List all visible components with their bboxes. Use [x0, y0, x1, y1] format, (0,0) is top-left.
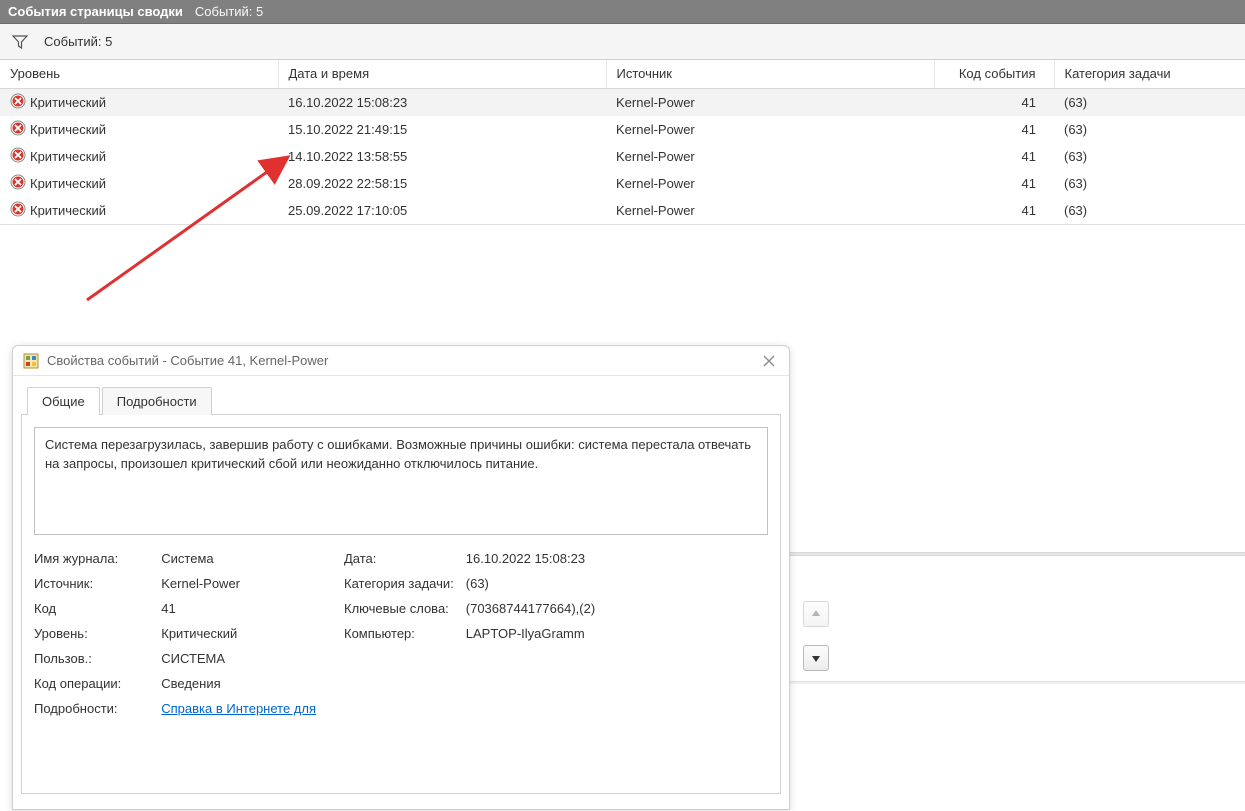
cell-source: Kernel-Power: [606, 143, 934, 170]
cell-datetime: 16.10.2022 15:08:23: [278, 88, 606, 116]
error-icon: [10, 201, 30, 220]
value-opcode: Сведения: [161, 676, 344, 691]
label-keywords: Ключевые слова:: [344, 601, 454, 616]
cell-task-category: (63): [1054, 88, 1245, 116]
toolbar-count: Событий: 5: [44, 34, 112, 49]
value-log-name: Система: [161, 551, 344, 566]
label-source: Источник:: [34, 576, 149, 591]
table-row[interactable]: Критический 15.10.2022 21:49:15Kernel-Pow…: [0, 116, 1245, 143]
col-datetime[interactable]: Дата и время: [278, 60, 606, 88]
cell-source: Kernel-Power: [606, 116, 934, 143]
tab-panel-general: Система перезагрузилась, завершив работу…: [21, 414, 781, 794]
dialog-app-icon: [23, 353, 39, 369]
table-header-row: Уровень Дата и время Источник Код событи…: [0, 60, 1245, 88]
cell-event-id: 41: [934, 88, 1054, 116]
col-level[interactable]: Уровень: [0, 60, 278, 88]
value-level: Критический: [161, 626, 344, 641]
cell-source: Kernel-Power: [606, 170, 934, 197]
separator: [788, 552, 1245, 556]
table-row[interactable]: Критический 25.09.2022 17:10:05Kernel-Pow…: [0, 197, 1245, 224]
filter-icon[interactable]: [12, 34, 28, 50]
label-task-category: Категория задачи:: [344, 576, 454, 591]
separator: [788, 681, 1245, 684]
cell-datetime: 28.09.2022 22:58:15: [278, 170, 606, 197]
value-event-id: 41: [161, 601, 344, 616]
dialog-title-bar[interactable]: Свойства событий - Событие 41, Kernel-Po…: [13, 346, 789, 376]
col-source[interactable]: Источник: [606, 60, 934, 88]
window-title-bar: События страницы сводки Событий: 5: [0, 0, 1245, 24]
value-source: Kernel-Power: [161, 576, 344, 591]
cell-source: Kernel-Power: [606, 197, 934, 224]
window-title: События страницы сводки: [8, 4, 183, 19]
tab-details[interactable]: Подробности: [102, 387, 212, 415]
cell-event-id: 41: [934, 170, 1054, 197]
label-level: Уровень:: [34, 626, 149, 641]
events-table: Уровень Дата и время Источник Код событи…: [0, 60, 1245, 225]
value-date: 16.10.2022 15:08:23: [466, 551, 595, 566]
dialog-tabs: Общие Подробности: [27, 386, 781, 414]
label-computer: Компьютер:: [344, 626, 454, 641]
cell-event-id: 41: [934, 143, 1054, 170]
cell-task-category: (63): [1054, 143, 1245, 170]
next-event-button[interactable]: [803, 645, 829, 671]
cell-level: Критический: [30, 176, 106, 191]
cell-level: Критический: [30, 203, 106, 218]
cell-task-category: (63): [1054, 116, 1245, 143]
toolbar: Событий: 5: [0, 24, 1245, 60]
link-online-help[interactable]: Справка в Интернете для: [161, 701, 344, 716]
table-row[interactable]: Критический 16.10.2022 15:08:23Kernel-Pow…: [0, 88, 1245, 116]
value-user: СИСТЕМА: [161, 651, 344, 666]
cell-task-category: (63): [1054, 170, 1245, 197]
cell-datetime: 14.10.2022 13:58:55: [278, 143, 606, 170]
close-icon[interactable]: [759, 351, 779, 371]
value-keywords: (70368744177664),(2): [466, 601, 595, 616]
cell-source: Kernel-Power: [606, 88, 934, 116]
tab-general[interactable]: Общие: [27, 387, 100, 415]
label-opcode: Код операции:: [34, 676, 149, 691]
value-computer: LAPTOP-IlyaGramm: [466, 626, 595, 641]
cell-level: Критический: [30, 95, 106, 110]
label-moreinfo: Подробности:: [34, 701, 149, 716]
error-icon: [10, 93, 30, 112]
arrow-up-icon: [810, 608, 822, 620]
prev-event-button[interactable]: [803, 601, 829, 627]
cell-event-id: 41: [934, 197, 1054, 224]
cell-task-category: (63): [1054, 197, 1245, 224]
table-row[interactable]: Критический 14.10.2022 13:58:55Kernel-Pow…: [0, 143, 1245, 170]
dialog-title-text: Свойства событий - Событие 41, Kernel-Po…: [47, 353, 759, 368]
cell-datetime: 25.09.2022 17:10:05: [278, 197, 606, 224]
table-row[interactable]: Критический 28.09.2022 22:58:15Kernel-Pow…: [0, 170, 1245, 197]
event-properties-dialog: Свойства событий - Событие 41, Kernel-Po…: [12, 345, 790, 810]
value-task-category: (63): [466, 576, 595, 591]
cell-datetime: 15.10.2022 21:49:15: [278, 116, 606, 143]
error-icon: [10, 147, 30, 166]
error-icon: [10, 174, 30, 193]
arrow-down-icon: [810, 652, 822, 664]
col-task-category[interactable]: Категория задачи: [1054, 60, 1245, 88]
window-event-count: Событий: 5: [195, 4, 263, 19]
label-event-id: Код: [34, 601, 149, 616]
label-date: Дата:: [344, 551, 454, 566]
cell-event-id: 41: [934, 116, 1054, 143]
event-description: Система перезагрузилась, завершив работу…: [34, 427, 768, 535]
label-user: Пользов.:: [34, 651, 149, 666]
col-event-id[interactable]: Код события: [934, 60, 1054, 88]
event-nav-buttons: [803, 601, 829, 671]
error-icon: [10, 120, 30, 139]
cell-level: Критический: [30, 149, 106, 164]
cell-level: Критический: [30, 122, 106, 137]
label-log-name: Имя журнала:: [34, 551, 149, 566]
event-details-grid: Имя журнала: Система Источник: Kernel-Po…: [34, 551, 768, 716]
